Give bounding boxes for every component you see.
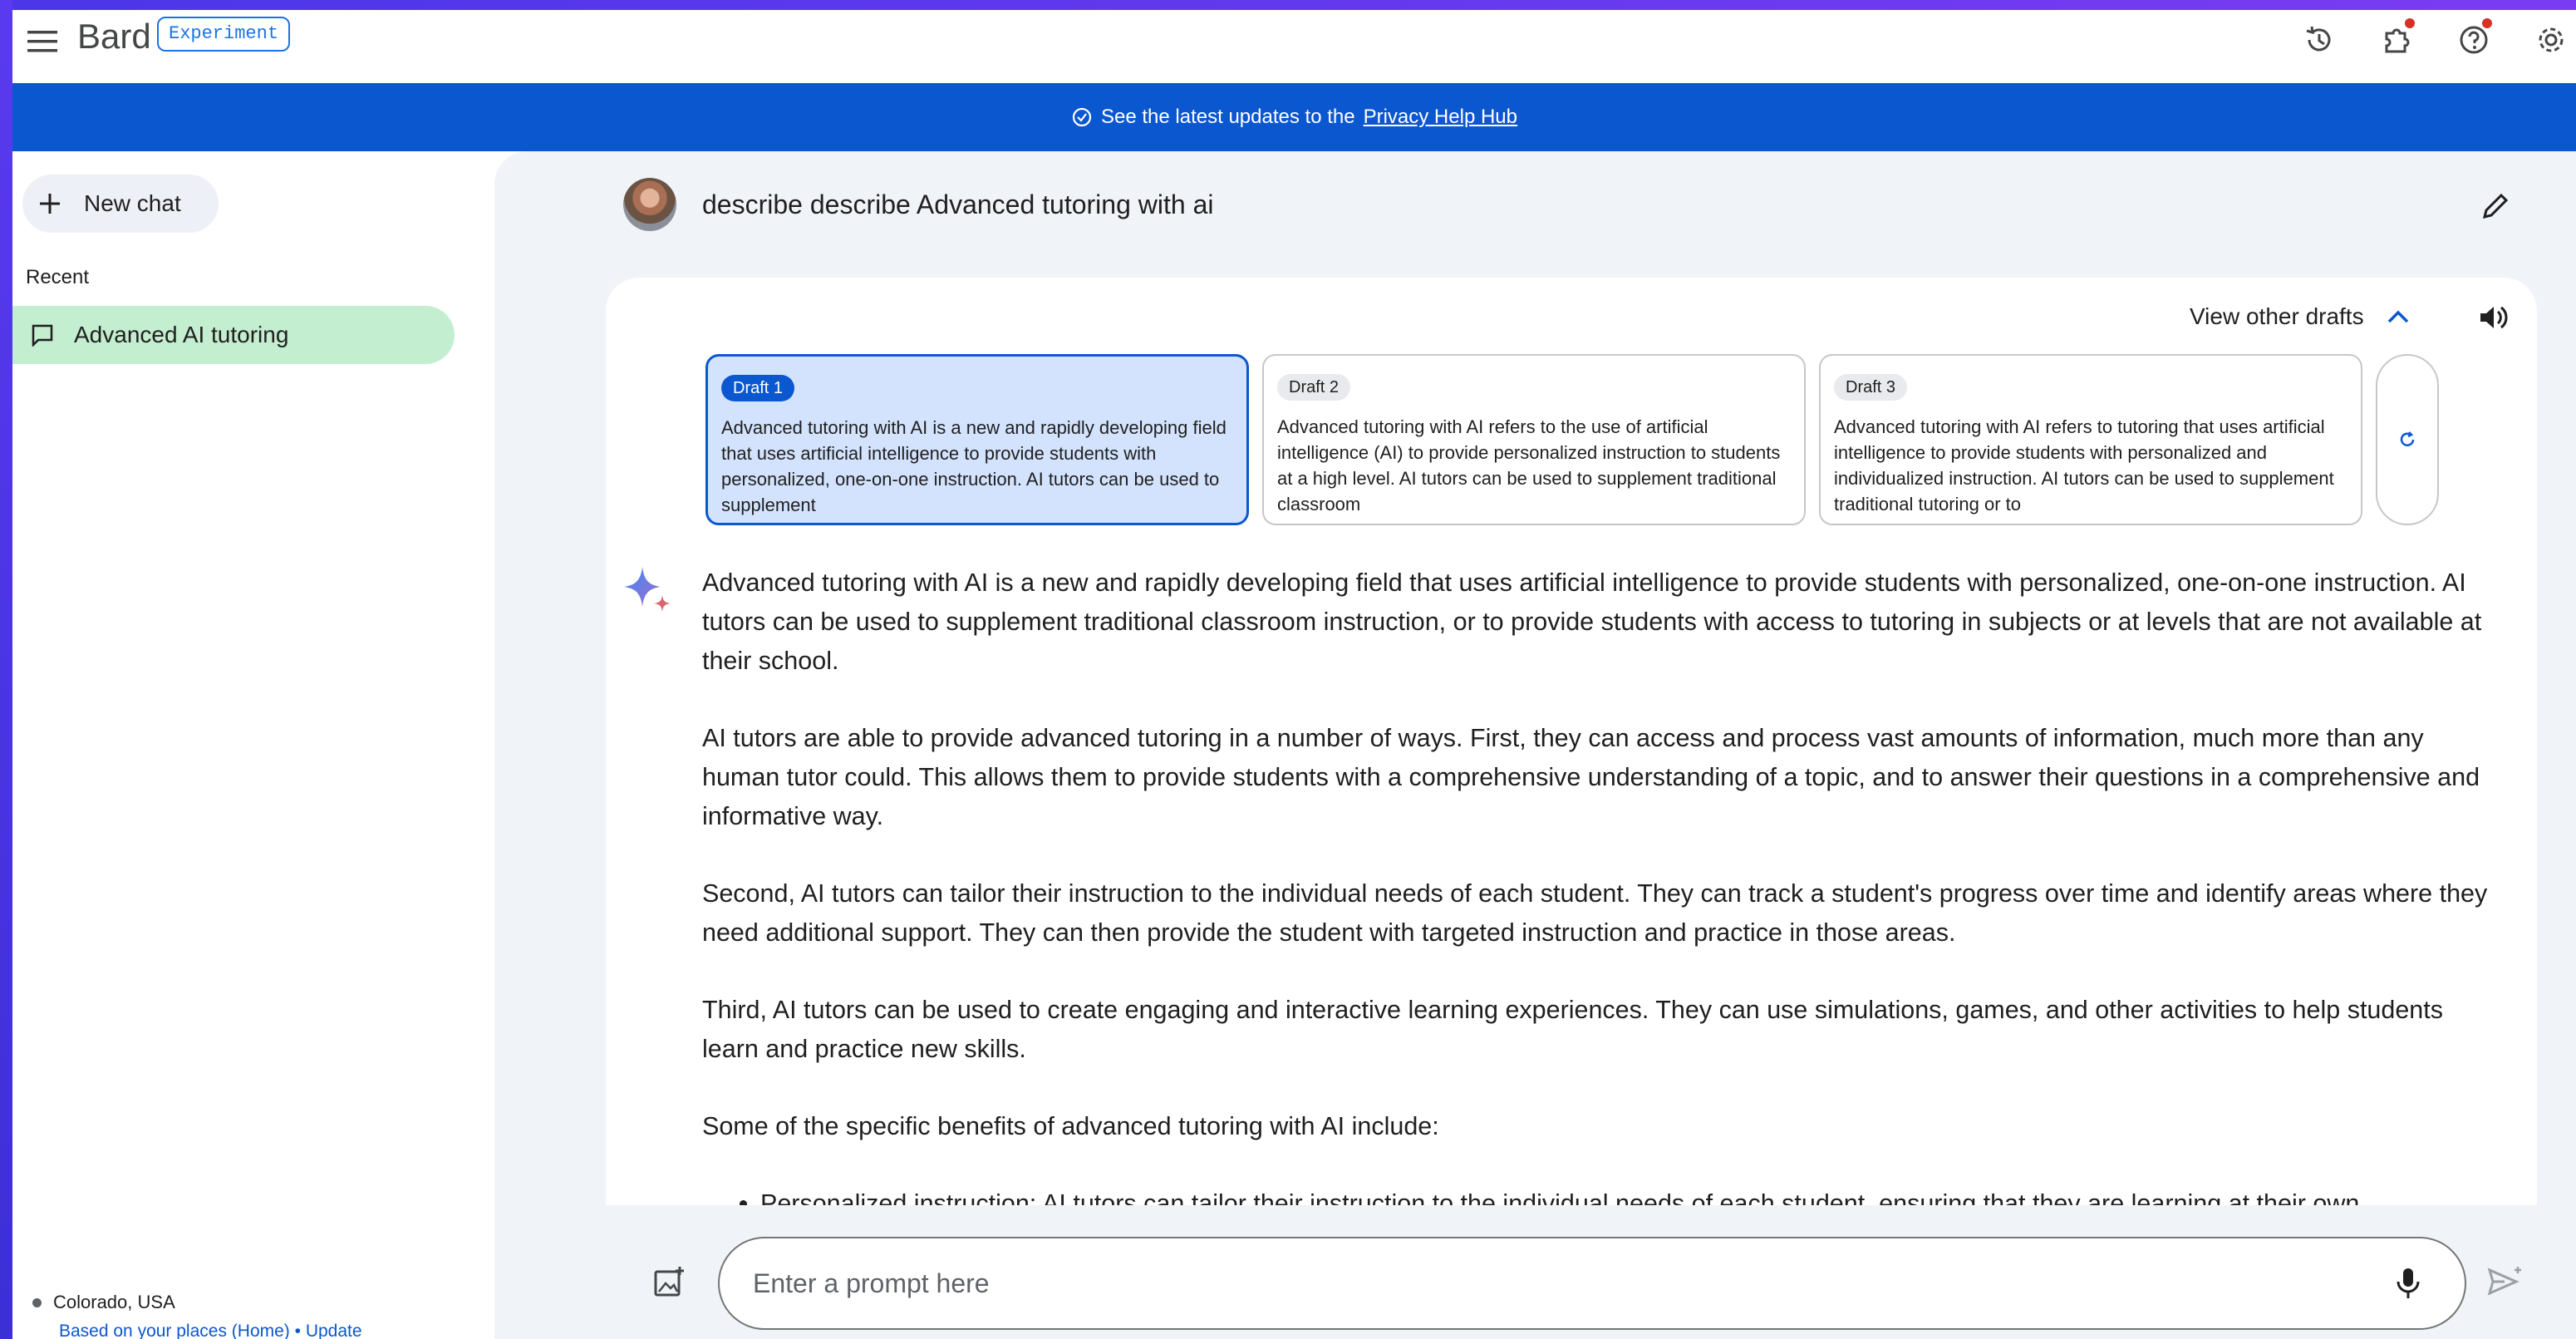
regenerate-drafts-button[interactable] [2376, 354, 2439, 525]
draft-preview: Advanced tutoring with AI refers to tuto… [1834, 416, 2334, 514]
draft-card-3[interactable]: Draft 3 Advanced tutoring with AI refers… [1819, 354, 2362, 525]
draft-card-2[interactable]: Draft 2 Advanced tutoring with AI refers… [1262, 354, 1806, 525]
history-button[interactable] [2294, 15, 2344, 65]
top-bar: Bard Experiment [12, 10, 2576, 83]
sidebar: New chat Recent Advanced AI tutoring Col… [12, 151, 494, 1339]
app-title: Bard [77, 17, 151, 56]
location-dot [32, 1297, 42, 1307]
response-paragraph: Advanced tutoring with AI is a new and r… [702, 569, 2482, 675]
response-text: Advanced tutoring with AI is a new and r… [702, 564, 2497, 1205]
draft-label: Draft 2 [1277, 374, 1351, 401]
response-paragraph: Third, AI tutors can be used to create e… [702, 996, 2443, 1063]
app-window: Bard Experiment See the latest updates t… [12, 10, 2576, 1339]
view-drafts-label: View other drafts [2190, 303, 2364, 329]
window-frame-left [0, 0, 12, 1339]
settings-icon [2539, 27, 2564, 52]
notification-dot [2482, 18, 2492, 28]
history-icon [2306, 26, 2331, 52]
prompt-input[interactable] [753, 1268, 2332, 1299]
extensions-icon [2385, 28, 2410, 53]
new-chat-button[interactable]: New chat [22, 175, 219, 233]
window-frame-top [0, 0, 2576, 10]
edit-query-button[interactable] [2472, 183, 2519, 229]
plus-icon [40, 194, 60, 214]
chat-area: describe describe Advanced tutoring with… [494, 151, 2576, 1339]
add-image-icon [654, 1267, 684, 1297]
speaker-icon [2480, 306, 2508, 329]
draft-label: Draft 1 [721, 375, 795, 401]
response-paragraph: AI tutors are able to provide advanced t… [702, 724, 2480, 830]
check-circle-icon [1072, 107, 1092, 127]
chevron-up-icon [2387, 310, 2408, 323]
read-aloud-button[interactable] [2468, 293, 2518, 342]
chat-bubble-icon [32, 324, 53, 347]
location-source-link[interactable]: Based on your places (Home) • Update [59, 1322, 362, 1339]
banner-text: See the latest updates to the [1101, 106, 1355, 128]
view-other-drafts-toggle[interactable]: View other drafts [2190, 296, 2411, 337]
experiment-badge: Experiment [157, 17, 291, 52]
response-card: View other drafts Draft 1 Advanced tutor… [606, 278, 2537, 1205]
menu-icon [27, 31, 57, 52]
draft-label: Draft 3 [1834, 374, 1908, 401]
privacy-banner: See the latest updates to the Privacy He… [12, 83, 2576, 151]
user-query: describe describe Advanced tutoring with… [702, 190, 1214, 219]
upload-image-button[interactable] [644, 1257, 694, 1307]
draft-preview: Advanced tutoring with AI refers to the … [1277, 416, 1781, 514]
prompt-box [718, 1237, 2466, 1330]
new-chat-label: New chat [84, 190, 181, 216]
sidebar-item-label: Advanced AI tutoring [74, 322, 289, 347]
privacy-help-hub-link[interactable]: Privacy Help Hub [1364, 106, 1517, 129]
pencil-icon [2482, 193, 2509, 219]
location: Colorado, USA [32, 1292, 175, 1313]
sidebar-item-advanced-ai-tutoring[interactable]: Advanced AI tutoring [12, 306, 455, 364]
settings-button[interactable] [2526, 15, 2576, 65]
send-button[interactable] [2480, 1257, 2529, 1307]
help-icon [2460, 26, 2488, 54]
bard-sparkle-icon [624, 567, 671, 612]
help-button[interactable] [2449, 15, 2499, 65]
benefits-list: Personalized instruction: AI tutors can … [702, 1184, 2497, 1205]
recent-heading: Recent [26, 266, 90, 288]
draft-card-1[interactable]: Draft 1 Advanced tutoring with AI is a n… [705, 354, 1249, 525]
response-paragraph: Second, AI tutors can tailor their instr… [702, 879, 2488, 947]
notification-dot [2405, 18, 2415, 28]
response-paragraph: Some of the specific benefits of advance… [702, 1112, 1439, 1140]
send-icon [2487, 1267, 2521, 1296]
list-item: Personalized instruction: AI tutors can … [760, 1184, 2497, 1205]
refresh-icon [2400, 431, 2415, 446]
user-avatar [623, 178, 676, 231]
draft-preview: Advanced tutoring with AI is a new and r… [721, 417, 1227, 515]
top-actions [2267, 15, 2576, 65]
voice-input-button[interactable] [2385, 1260, 2431, 1307]
location-text: Colorado, USA [53, 1292, 175, 1312]
extensions-button[interactable] [2372, 15, 2421, 65]
drafts-row: Draft 1 Advanced tutoring with AI is a n… [705, 354, 2439, 529]
microphone-icon [2397, 1268, 2420, 1298]
menu-button[interactable] [19, 18, 66, 65]
